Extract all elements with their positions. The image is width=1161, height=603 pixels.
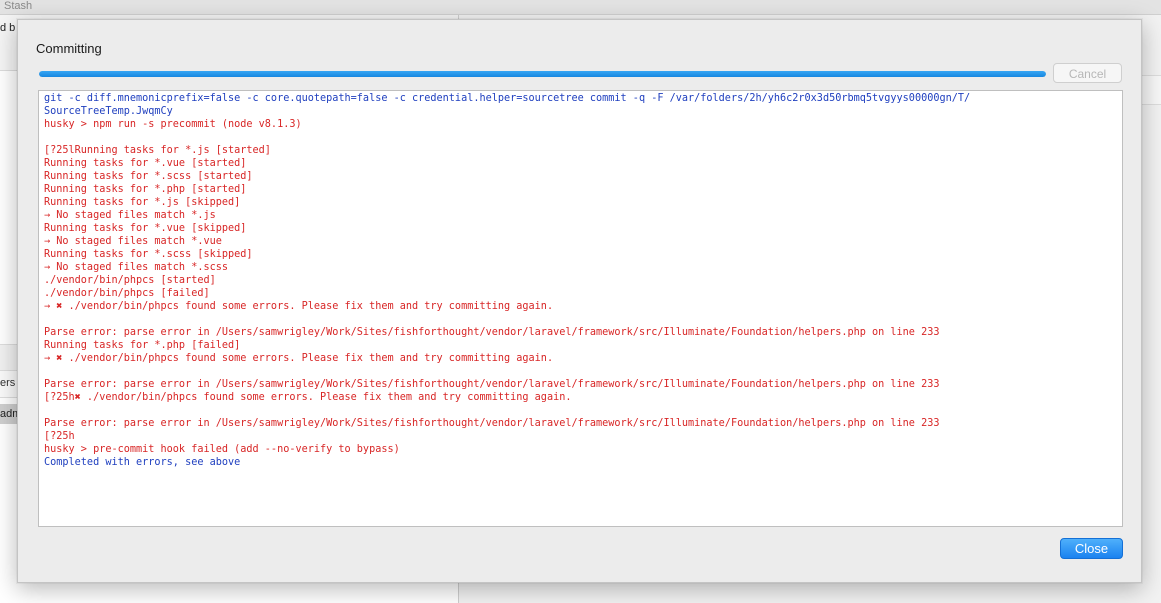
background-text-fragment: d b: [0, 22, 16, 34]
progress-fill: [39, 71, 1046, 77]
log-line: SourceTreeTemp.JwqmCy: [44, 106, 173, 117]
log-line: Running tasks for *.scss [started]: [44, 171, 253, 182]
dialog-title: Committing: [36, 41, 102, 56]
log-line: [?25h✖ ./vendor/bin/phpcs found some err…: [44, 392, 572, 403]
log-line: → ✖ ./vendor/bin/phpcs found some errors…: [44, 301, 554, 312]
commit-progress-bar: [39, 71, 1046, 77]
commit-output-log[interactable]: git -c diff.mnemonicprefix=false -c core…: [38, 90, 1123, 527]
background-list-fragment[interactable]: ers: [0, 377, 15, 389]
log-line: Running tasks for *.scss [skipped]: [44, 249, 253, 260]
log-line: ./vendor/bin/phpcs [failed]: [44, 288, 210, 299]
background-toolbar: Stash: [0, 0, 1161, 15]
background-selected-fragment[interactable]: adm: [0, 404, 21, 424]
log-line: Parse error: parse error in /Users/samwr…: [44, 379, 940, 390]
log-line: Running tasks for *.vue [skipped]: [44, 223, 247, 234]
log-line: Running tasks for *.php [failed]: [44, 340, 241, 351]
log-line: [?25lRunning tasks for *.js [started]: [44, 145, 271, 156]
log-line: Parse error: parse error in /Users/samwr…: [44, 418, 940, 429]
log-line: husky > npm run -s precommit (node v8.1.…: [44, 119, 302, 130]
stash-toolbar-label[interactable]: Stash: [4, 0, 32, 12]
cancel-button[interactable]: Cancel: [1053, 63, 1122, 83]
log-line: → No staged files match *.js: [44, 210, 216, 221]
log-line: [?25h: [44, 431, 75, 442]
log-line: ./vendor/bin/phpcs [started]: [44, 275, 216, 286]
log-line: Running tasks for *.vue [started]: [44, 158, 247, 169]
log-line: husky > pre-commit hook failed (add --no…: [44, 444, 400, 455]
committing-dialog: Committing Cancel git -c diff.mnemonicpr…: [17, 19, 1142, 583]
log-line: → No staged files match *.vue: [44, 236, 222, 247]
close-button[interactable]: Close: [1060, 538, 1123, 559]
log-line: Running tasks for *.js [skipped]: [44, 197, 241, 208]
log-line: → No staged files match *.scss: [44, 262, 229, 273]
background-right-strip: [1142, 75, 1161, 105]
log-line: Parse error: parse error in /Users/samwr…: [44, 327, 940, 338]
log-line: Running tasks for *.php [started]: [44, 184, 247, 195]
log-line: git -c diff.mnemonicprefix=false -c core…: [44, 93, 971, 104]
log-line: → ✖ ./vendor/bin/phpcs found some errors…: [44, 353, 554, 364]
log-line: Completed with errors, see above: [44, 457, 241, 468]
